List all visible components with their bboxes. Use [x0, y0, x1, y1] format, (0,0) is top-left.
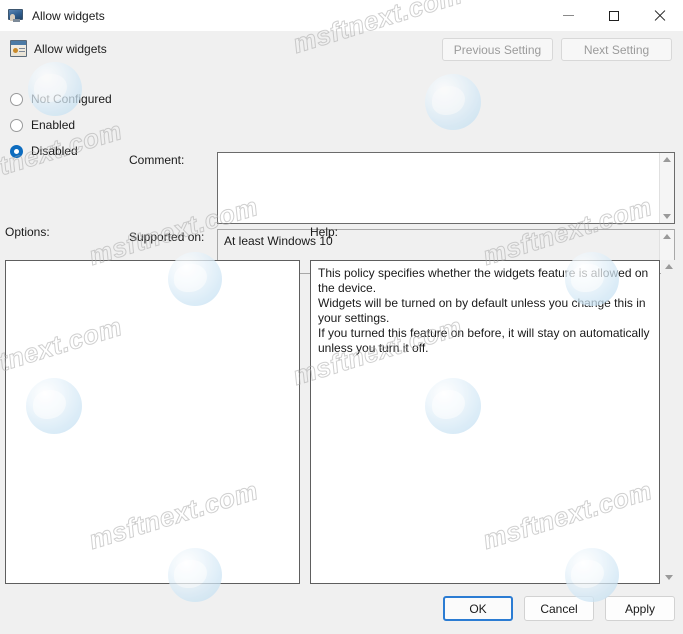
close-button[interactable] — [637, 0, 683, 31]
minimize-button[interactable] — [545, 0, 591, 31]
scroll-down-icon[interactable] — [664, 575, 673, 580]
comment-textbox[interactable] — [217, 152, 675, 224]
options-panel[interactable] — [5, 260, 300, 584]
next-setting-button[interactable]: Next Setting — [561, 38, 672, 61]
help-panel[interactable]: This policy specifies whether the widget… — [310, 260, 660, 584]
radio-enabled-mark — [10, 118, 23, 132]
scroll-down-icon[interactable] — [663, 214, 671, 219]
comment-scrollbar[interactable] — [659, 153, 674, 223]
setting-state-area: Not Configured Enabled Disabled Comment:… — [0, 67, 683, 274]
minimize-icon — [562, 15, 574, 16]
help-scrollbar[interactable] — [661, 260, 676, 584]
radio-disabled-label: Disabled — [31, 144, 78, 158]
setting-title: Allow widgets — [34, 42, 107, 56]
scroll-up-icon[interactable] — [663, 157, 671, 162]
window-controls — [545, 0, 683, 31]
radio-enabled-label: Enabled — [31, 118, 76, 132]
apply-button[interactable]: Apply — [605, 596, 675, 621]
comment-input[interactable] — [218, 153, 659, 223]
window-title: Allow widgets — [32, 8, 105, 23]
previous-setting-button[interactable]: Previous Setting — [442, 38, 553, 61]
radio-disabled[interactable]: Disabled — [10, 138, 112, 164]
radio-disabled-mark — [10, 144, 23, 158]
options-label: Options: — [5, 225, 50, 239]
cancel-button[interactable]: Cancel — [524, 596, 594, 621]
help-label: Help: — [310, 225, 339, 239]
monitor-policy-icon — [8, 8, 24, 24]
close-icon — [654, 10, 666, 22]
ok-button[interactable]: OK — [443, 596, 513, 621]
title-bar: Allow widgets — [0, 0, 683, 31]
comment-label: Comment: — [129, 153, 185, 167]
radio-not-configured-label: Not Configured — [31, 92, 112, 106]
setting-header: Allow widgets Previous Setting Next Sett… — [0, 31, 683, 67]
radio-enabled[interactable]: Enabled — [10, 112, 112, 138]
dialog-buttons: OK Cancel Apply — [443, 596, 675, 621]
options-content — [6, 261, 299, 271]
maximize-icon — [609, 10, 619, 21]
scroll-up-icon[interactable] — [664, 264, 673, 269]
maximize-button[interactable] — [591, 0, 637, 31]
group-policy-setting-window: Allow widgets Allow widgets Previous Set… — [0, 0, 683, 634]
help-content: This policy specifies whether the widget… — [318, 266, 650, 355]
navigation-buttons: Previous Setting Next Setting — [442, 38, 672, 61]
supported-on-label: Supported on: — [129, 230, 205, 244]
scroll-up-icon[interactable] — [663, 234, 671, 239]
radio-not-configured[interactable]: Not Configured — [10, 86, 112, 112]
radio-not-configured-mark — [10, 92, 23, 106]
state-radio-group: Not Configured Enabled Disabled — [10, 86, 112, 164]
policy-setting-icon — [10, 40, 27, 57]
